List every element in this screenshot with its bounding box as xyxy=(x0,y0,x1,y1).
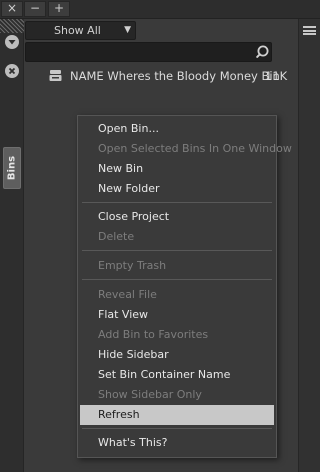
menu-item-delete[interactable]: Delete xyxy=(80,227,274,247)
menu-item-refresh[interactable]: Refresh xyxy=(80,405,274,425)
menu-separator xyxy=(82,428,272,429)
bin-size: 11K xyxy=(265,69,288,83)
bins-tab-label: Bins xyxy=(6,155,18,181)
menu-item-open-selected-bins[interactable]: Open Selected Bins In One Window xyxy=(80,139,292,159)
hamburger-menu-icon[interactable] xyxy=(303,26,316,35)
right-sidebar-strip xyxy=(298,19,320,472)
menu-item-empty-trash[interactable]: Empty Trash xyxy=(80,256,274,276)
menu-item-new-bin[interactable]: New Bin xyxy=(80,159,274,179)
minimize-tab-button[interactable]: − xyxy=(24,1,46,17)
menu-item-close-project[interactable]: Close Project xyxy=(80,207,274,227)
bin-icon xyxy=(49,70,62,81)
show-filter-value: Show All xyxy=(54,24,101,37)
menu-item-show-sidebar-only[interactable]: Show Sidebar Only xyxy=(80,385,274,405)
menu-item-open-bin[interactable]: Open Bin... xyxy=(80,119,274,139)
menu-separator xyxy=(82,279,272,280)
show-filter-dropdown[interactable]: Show All ▼ xyxy=(25,21,136,40)
menu-separator xyxy=(82,202,272,203)
list-item[interactable]: NAME Wheres the Bloody Money Bin 11K xyxy=(25,66,297,88)
dropdown-arrow-icon: ▼ xyxy=(124,25,131,35)
top-tab-bar: × − + xyxy=(0,0,320,19)
menu-separator xyxy=(82,250,272,251)
menu-item-add-to-favorites[interactable]: Add Bin to Favorites xyxy=(80,325,274,345)
menu-item-flat-view[interactable]: Flat View xyxy=(80,305,274,325)
bins-panel-tab[interactable]: Bins xyxy=(3,147,21,189)
menu-item-whats-this[interactable]: What's This? xyxy=(80,433,274,453)
menu-item-new-folder[interactable]: New Folder xyxy=(80,179,274,199)
add-tab-button[interactable]: + xyxy=(48,1,70,17)
close-tab-button[interactable]: × xyxy=(1,1,23,17)
bin-name: NAME Wheres the Bloody Money Bin xyxy=(70,69,280,83)
context-menu: Open Bin... Open Selected Bins In One Wi… xyxy=(77,115,292,458)
resize-grip[interactable] xyxy=(0,19,24,33)
menu-item-reveal-file[interactable]: Reveal File xyxy=(80,285,274,305)
search-icon[interactable] xyxy=(256,44,272,60)
left-sidebar-strip: Bins xyxy=(0,19,24,472)
close-circle-icon[interactable] xyxy=(5,64,19,78)
menu-item-hide-sidebar[interactable]: Hide Sidebar xyxy=(80,345,274,365)
menu-item-set-container-name[interactable]: Set Bin Container Name xyxy=(80,365,274,385)
search-input[interactable] xyxy=(25,42,272,62)
filter-funnel-icon[interactable] xyxy=(5,35,19,49)
